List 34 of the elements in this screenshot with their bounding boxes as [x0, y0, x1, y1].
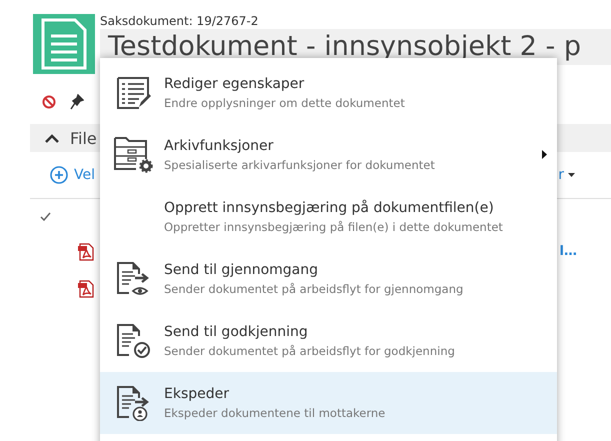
edit-list-icon	[117, 77, 151, 109]
menu-item-description: Sender dokumentet på arbeidsflyt for gjennomgang	[164, 282, 464, 296]
menu-item-description: Sender dokumentet på arbeidsflyt for godkjenning	[164, 344, 455, 358]
checkmark-icon[interactable]	[40, 212, 51, 220]
file-name-link[interactable]: l…	[560, 244, 577, 259]
document-icon	[33, 14, 95, 74]
menu-item-title: Rediger egenskaper	[164, 76, 304, 92]
dropdown-link[interactable]: r	[558, 167, 611, 183]
pdf-file-icon	[78, 280, 94, 298]
menu-item-description: Ekspeder dokumentene til mottakerne	[164, 406, 386, 420]
menu-item[interactable]: Opprett innsynsbegjæring på dokumentfilen(e) Oppretter innsynsbegjæring på filen(e) i dette dokumentet	[100, 186, 557, 248]
menu-item-title: Ekspeder	[164, 386, 230, 402]
menu-item[interactable]: Rediger egenskaper Endre opplysninger om dette dokumentet	[100, 62, 557, 124]
cabinet-gear-icon	[114, 137, 154, 173]
pin-icon[interactable]	[70, 94, 84, 110]
add-icon	[50, 166, 68, 184]
document-type-label: Saksdokument: 19/2767-2	[100, 13, 258, 29]
menu-item[interactable]: Ekspeder Ekspeder dokumentene til mottakerne	[100, 372, 557, 434]
menu-item-title: Opprett innsynsbegjæring på dokumentfilen(e)	[164, 200, 494, 216]
blocked-icon[interactable]	[42, 95, 56, 109]
menu-item-title: Send til godkjenning	[164, 324, 308, 340]
menu-item-title: Arkivfunksjoner	[164, 138, 274, 154]
add-link[interactable]: Vel	[30, 166, 95, 184]
menu-item[interactable]: Send til gjennomgang Sender dokumentet på arbeidsflyt for gjennomgang	[100, 248, 557, 310]
document-check-icon	[116, 323, 152, 359]
menu-item[interactable]: Send til godkjenning Sender dokumentet på arbeidsflyt for godkjenning	[100, 310, 557, 372]
menu-item[interactable]: Arkivfunksjoner Spesialiserte arkivarfunksjoner for dokumentet	[100, 124, 557, 186]
pdf-file-icon	[78, 242, 94, 260]
menu-item-description: Endre opplysninger om dette dokumentet	[164, 96, 405, 110]
caret-down-icon	[568, 173, 575, 177]
menu-item-title: Send til gjennomgang	[164, 262, 318, 278]
menu-item-description: Oppretter innsynsbegjæring på filen(e) i dette dokumentet	[164, 220, 503, 234]
menu-item-description: Spesialiserte arkivarfunksjoner for dokumentet	[164, 158, 435, 172]
chevron-up-icon	[44, 133, 60, 143]
